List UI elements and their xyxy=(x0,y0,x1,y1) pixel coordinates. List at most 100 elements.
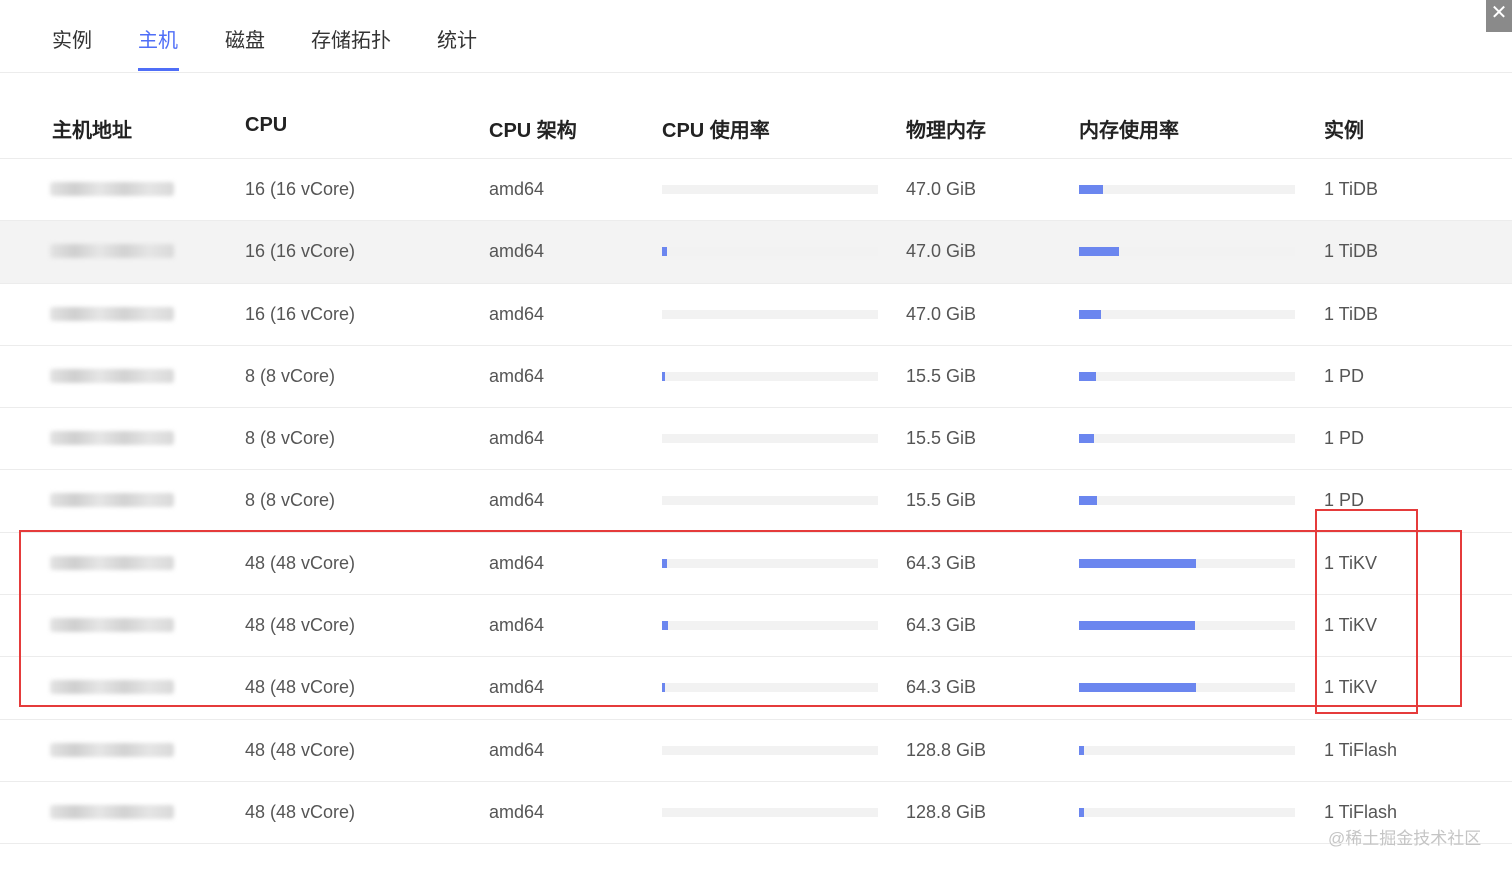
memory-usage-bar-fill xyxy=(1079,247,1119,257)
table-row[interactable]: 48 (48 vCore) amd64 64.3 GiB 1 TiKV xyxy=(0,533,1512,596)
table-row[interactable]: 8 (8 vCore) amd64 15.5 GiB 1 PD xyxy=(0,470,1512,533)
cpu-usage-bar-fill xyxy=(662,247,668,257)
tab-bar: 实例 主机 磁盘 存储拓扑 统计 xyxy=(0,0,1512,73)
cpu-cell: 48 (48 vCore) xyxy=(245,615,356,636)
memory-cell: 47.0 GiB xyxy=(906,179,977,199)
cpu-arch-cell: amd64 xyxy=(489,801,545,822)
cpu-arch-cell: amd64 xyxy=(489,490,545,511)
memory-usage-bar-fill xyxy=(1079,371,1097,381)
cpu-cell: 48 (48 vCore) xyxy=(245,801,356,822)
tab-storage-topology[interactable]: 存储拓扑 xyxy=(311,24,391,53)
host-address-redacted xyxy=(50,244,174,259)
tab-disks[interactable]: 磁盘 xyxy=(225,24,265,53)
host-address-redacted xyxy=(50,742,174,757)
host-address-redacted xyxy=(50,680,174,695)
table-row[interactable]: 48 (48 vCore) amd64 64.3 GiB 1 TiKV xyxy=(0,595,1512,658)
memory-cell: 128.8 GiB xyxy=(906,801,987,822)
instance-cell: 1 TiFlash xyxy=(1324,739,1398,760)
tab-hosts[interactable]: 主机 xyxy=(138,24,178,53)
column-header-host-address[interactable]: 主机地址 xyxy=(52,114,132,143)
instance-cell: 1 TiKV xyxy=(1324,677,1378,698)
memory-usage-bar xyxy=(1079,683,1295,693)
column-header-cpu[interactable]: CPU xyxy=(245,114,287,137)
cpu-cell: 16 (16 vCore) xyxy=(245,179,356,199)
host-address-redacted xyxy=(50,804,174,819)
cpu-usage-bar xyxy=(662,745,878,755)
memory-usage-bar xyxy=(1079,745,1295,755)
table-row[interactable]: 16 (16 vCore) amd64 47.0 GiB 1 TiDB xyxy=(0,159,1512,222)
memory-usage-bar-fill xyxy=(1079,185,1103,194)
memory-cell: 47.0 GiB xyxy=(906,241,977,262)
instance-cell: 1 TiDB xyxy=(1324,179,1379,199)
instance-cell: 1 PD xyxy=(1324,365,1365,386)
column-header-memory-usage[interactable]: 内存使用率 xyxy=(1079,114,1179,143)
host-address-redacted xyxy=(50,555,174,570)
memory-cell: 64.3 GiB xyxy=(906,552,977,573)
cpu-usage-bar xyxy=(662,621,878,631)
table-row[interactable]: 16 (16 vCore) amd64 47.0 GiB 1 TiDB xyxy=(0,221,1512,284)
memory-usage-bar-fill xyxy=(1079,807,1085,817)
memory-usage-bar-fill xyxy=(1079,683,1196,693)
host-address-redacted xyxy=(50,182,174,196)
cpu-usage-bar xyxy=(662,434,878,444)
host-address-redacted xyxy=(50,306,174,321)
column-header-cpu-arch[interactable]: CPU 架构 xyxy=(489,114,577,143)
memory-usage-bar xyxy=(1079,309,1295,319)
cpu-arch-cell: amd64 xyxy=(489,428,545,449)
watermark: @稀土掘金技术社区 xyxy=(1328,829,1482,848)
cpu-usage-bar-fill xyxy=(662,371,665,381)
instance-cell: 1 TiDB xyxy=(1324,303,1379,324)
instance-cell: 1 PD xyxy=(1324,428,1365,449)
instance-cell: 1 TiKV xyxy=(1324,552,1378,573)
memory-usage-bar-fill xyxy=(1079,745,1085,755)
instance-cell: 1 TiDB xyxy=(1324,241,1379,262)
memory-cell: 64.3 GiB xyxy=(906,677,977,698)
column-header-instances[interactable]: 实例 xyxy=(1324,114,1364,143)
cpu-cell: 16 (16 vCore) xyxy=(245,303,356,324)
table-row[interactable]: 8 (8 vCore) amd64 15.5 GiB 1 PD xyxy=(0,346,1512,409)
cpu-arch-cell: amd64 xyxy=(489,677,545,698)
memory-usage-bar xyxy=(1079,434,1295,444)
cpu-cell: 8 (8 vCore) xyxy=(245,428,336,449)
cpu-usage-bar xyxy=(662,371,878,381)
cpu-arch-cell: amd64 xyxy=(489,739,545,760)
memory-usage-bar xyxy=(1079,247,1295,257)
table-body: 16 (16 vCore) amd64 47.0 GiB 1 TiDB 16 (16 v… xyxy=(0,159,1512,845)
active-tab-indicator xyxy=(138,68,179,71)
cpu-cell: 8 (8 vCore) xyxy=(245,365,336,386)
table-row[interactable]: 48 (48 vCore) amd64 128.8 GiB 1 TiFlash xyxy=(0,782,1512,845)
memory-cell: 15.5 GiB xyxy=(906,428,977,449)
cpu-arch-cell: amd64 xyxy=(489,241,545,262)
cpu-usage-bar xyxy=(662,247,878,257)
host-address-redacted xyxy=(50,493,174,508)
table-row[interactable]: 48 (48 vCore) amd64 64.3 GiB 1 TiKV xyxy=(0,657,1512,720)
tab-instances[interactable]: 实例 xyxy=(52,24,92,53)
cpu-usage-bar xyxy=(662,558,878,568)
cpu-usage-bar xyxy=(662,309,878,319)
table-header: 主机地址 CPU CPU 架构 CPU 使用率 物理内存 内存使用率 实例 xyxy=(0,96,1512,159)
table-row[interactable]: 48 (48 vCore) amd64 128.8 GiB 1 TiFlash xyxy=(0,720,1512,782)
cpu-usage-bar xyxy=(662,807,878,817)
column-header-cpu-usage[interactable]: CPU 使用率 xyxy=(662,114,770,143)
memory-cell: 128.8 GiB xyxy=(906,739,987,760)
cpu-usage-bar-fill xyxy=(662,558,668,568)
memory-usage-bar xyxy=(1079,558,1295,568)
cpu-arch-cell: amd64 xyxy=(489,615,545,636)
memory-usage-bar-fill xyxy=(1079,496,1098,506)
close-icon[interactable]: ✕ xyxy=(1486,0,1512,32)
tab-statistics[interactable]: 统计 xyxy=(437,24,477,53)
memory-usage-bar xyxy=(1079,496,1295,506)
memory-cell: 15.5 GiB xyxy=(906,490,977,511)
column-header-memory[interactable]: 物理内存 xyxy=(906,114,986,143)
cpu-cell: 16 (16 vCore) xyxy=(245,241,356,262)
host-address-redacted xyxy=(50,431,174,446)
memory-usage-bar xyxy=(1079,185,1295,194)
memory-usage-bar xyxy=(1079,621,1295,631)
cpu-usage-bar-fill xyxy=(662,683,665,693)
table-row[interactable]: 8 (8 vCore) amd64 15.5 GiB 1 PD xyxy=(0,408,1512,471)
memory-cell: 15.5 GiB xyxy=(906,365,977,386)
cpu-cell: 48 (48 vCore) xyxy=(245,739,356,760)
cpu-arch-cell: amd64 xyxy=(489,365,545,386)
table-row[interactable]: 16 (16 vCore) amd64 47.0 GiB 1 TiDB xyxy=(0,284,1512,346)
memory-cell: 47.0 GiB xyxy=(906,303,977,324)
